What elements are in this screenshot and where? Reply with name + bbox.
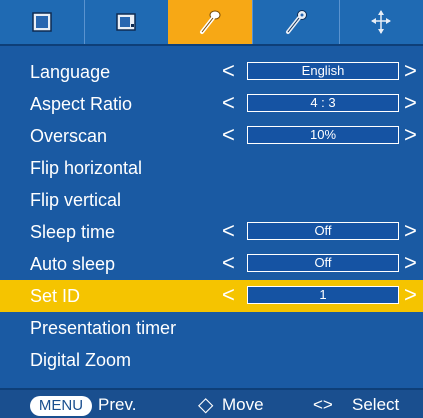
left-arrow-icon[interactable]: < (222, 120, 235, 152)
menu-item-label: Overscan (30, 126, 108, 146)
menu-item-label: Language (30, 62, 111, 82)
menu-item-sleep-time[interactable]: Sleep time < Off > (0, 216, 423, 248)
menu-item-auto-sleep[interactable]: Auto sleep < Off > (0, 248, 423, 280)
option-icon (286, 10, 307, 34)
menu-item-aspect-ratio[interactable]: Aspect Ratio < 4 : 3 > (0, 88, 423, 120)
select-arrows-icon: <> (313, 395, 333, 414)
menu-item-flip-vertical[interactable]: Flip vertical (0, 184, 423, 216)
prev-hint: Prev. (98, 395, 137, 414)
menu-item-overscan[interactable]: Overscan < 10% > (0, 120, 423, 152)
menu-item-label: Sleep time (30, 222, 116, 242)
menu-item-set-id[interactable]: Set ID < 1 > (0, 280, 423, 312)
tab-picture[interactable] (0, 0, 85, 44)
right-arrow-icon[interactable]: > (404, 216, 417, 248)
menu-item-label: Flip horizontal (30, 158, 143, 178)
osd-menu: Language < English > Aspect Ratio < 4 : … (0, 0, 423, 418)
tab-setup[interactable] (168, 0, 252, 44)
menu-item-label: Set ID (30, 286, 81, 306)
footer-hint-bar: MENU Prev. ◇ Move <> Select (0, 388, 423, 418)
picture-icon (32, 12, 52, 32)
right-arrow-icon[interactable]: > (404, 120, 417, 152)
tab-screen[interactable] (84, 0, 169, 44)
auto-sleep-value: Off (247, 254, 399, 272)
tab-network[interactable] (338, 0, 423, 44)
set-id-value: 1 (247, 286, 399, 304)
menu-item-label: Digital Zoom (30, 350, 132, 370)
menu-item-presentation-timer[interactable]: Presentation timer (0, 312, 423, 344)
language-value: English (247, 62, 399, 80)
setup-icon (200, 10, 221, 34)
right-arrow-icon[interactable]: > (404, 248, 417, 280)
menu-item-label: Aspect Ratio (30, 94, 133, 114)
select-hint: Select (352, 395, 400, 414)
menu-button-icon: MENU (30, 396, 92, 416)
sleep-time-value: Off (247, 222, 399, 240)
left-arrow-icon[interactable]: < (222, 56, 235, 88)
menu-item-label: Auto sleep (30, 254, 116, 274)
aspect-ratio-value: 4 : 3 (247, 94, 399, 112)
right-arrow-icon[interactable]: > (404, 88, 417, 120)
left-arrow-icon[interactable]: < (222, 88, 235, 120)
menu-item-label: Flip vertical (30, 190, 122, 210)
menu-item-digital-zoom[interactable]: Digital Zoom (0, 344, 423, 376)
menu-item-language[interactable]: Language < English > (0, 56, 423, 88)
right-arrow-icon[interactable]: > (404, 280, 417, 312)
tab-bar (0, 0, 423, 46)
network-icon (370, 10, 391, 34)
right-arrow-icon[interactable]: > (404, 56, 417, 88)
left-arrow-icon[interactable]: < (222, 248, 235, 280)
left-arrow-icon[interactable]: < (222, 280, 235, 312)
menu-item-label: Presentation timer (30, 318, 177, 338)
move-icon: ◇ (198, 394, 214, 416)
overscan-value: 10% (247, 126, 399, 144)
tab-option[interactable] (252, 0, 340, 44)
screen-icon (116, 13, 136, 31)
left-arrow-icon[interactable]: < (222, 216, 235, 248)
move-hint: Move (222, 395, 264, 414)
menu-item-flip-horizontal[interactable]: Flip horizontal (0, 152, 423, 184)
setup-menu-list: Language < English > Aspect Ratio < 4 : … (0, 56, 423, 376)
